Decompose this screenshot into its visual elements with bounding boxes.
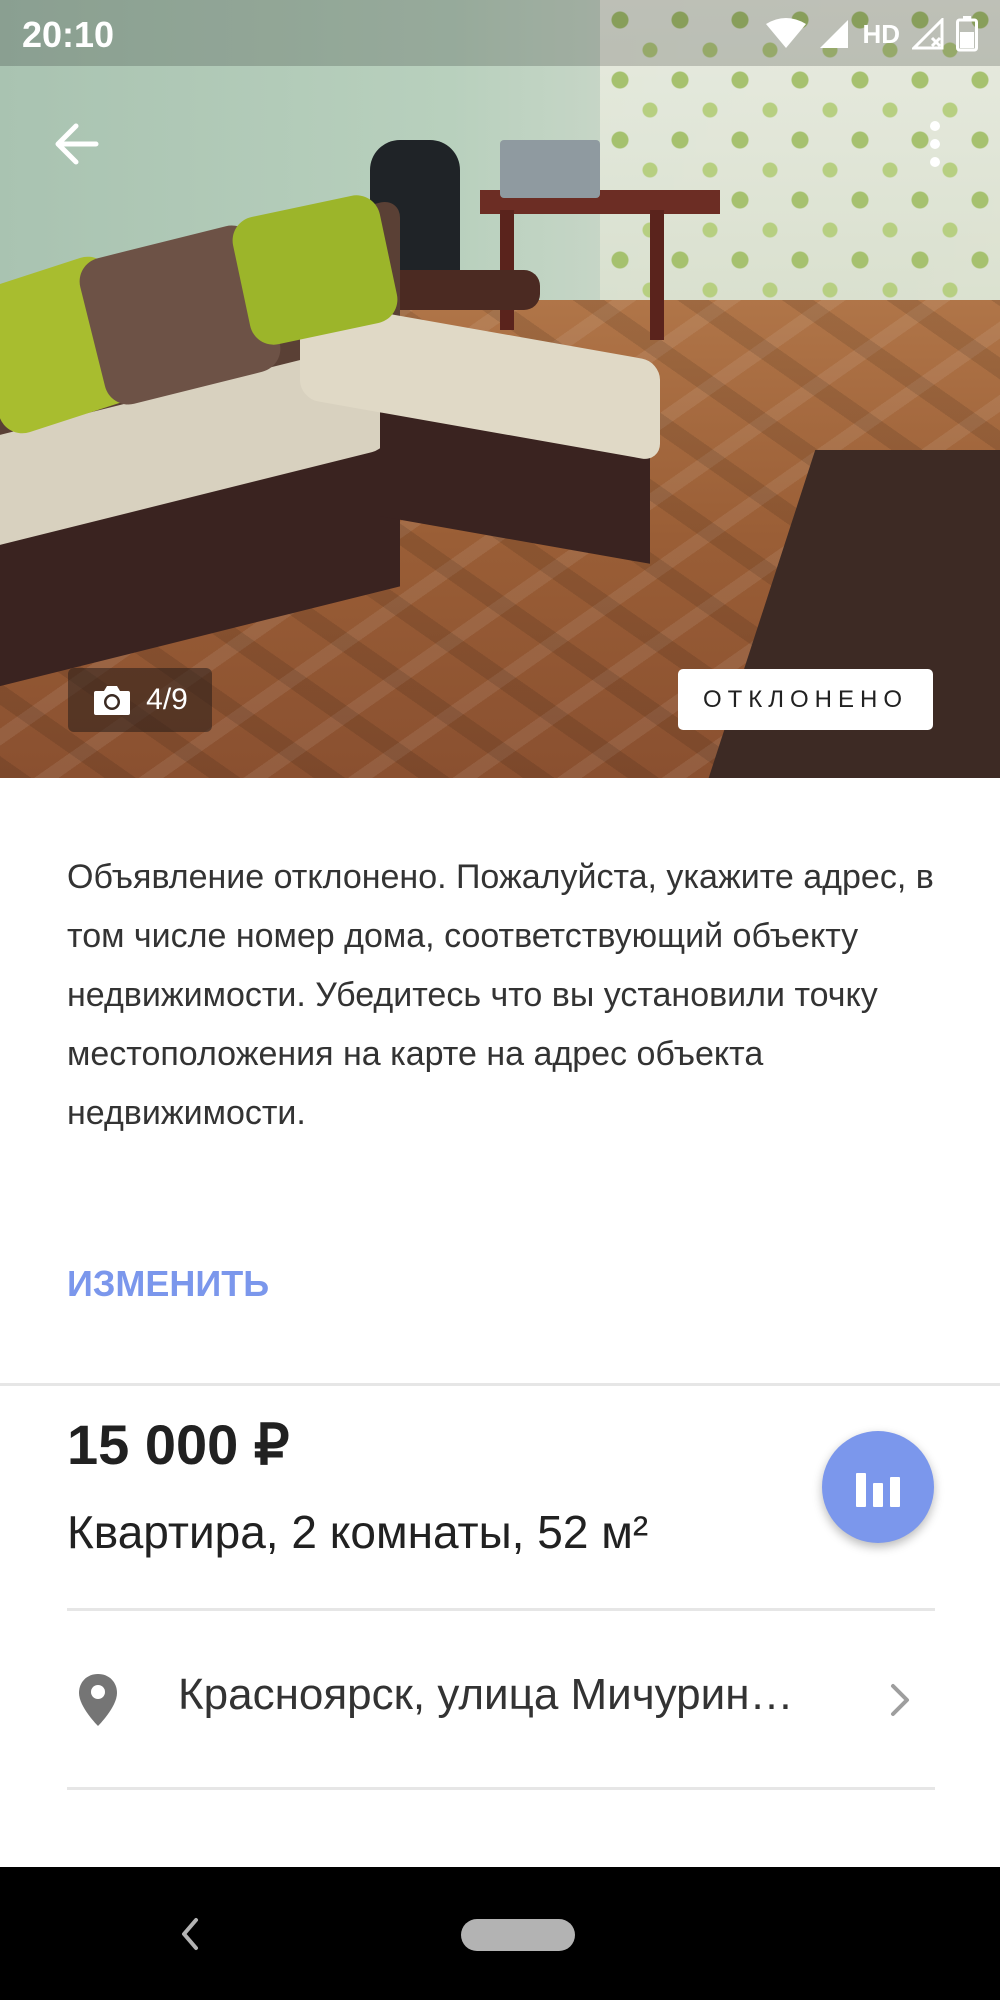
- back-button[interactable]: [46, 112, 110, 176]
- divider: [67, 1608, 935, 1611]
- address-row[interactable]: Красноярск, улица Мичурин…: [67, 1612, 935, 1787]
- divider: [0, 1383, 1000, 1386]
- stats-button[interactable]: [822, 1431, 934, 1543]
- wifi-icon: [766, 18, 807, 48]
- price: 15 000 ₽: [67, 1413, 290, 1476]
- nav-home-pill[interactable]: [461, 1919, 575, 1951]
- divider: [67, 1787, 935, 1790]
- photo-counter[interactable]: 4/9: [68, 668, 212, 732]
- back-arrow-icon: [55, 123, 99, 165]
- photo-stereo: [500, 140, 600, 198]
- stats-icon: [856, 1473, 900, 1507]
- address-text: Красноярск, улица Мичурин…: [178, 1670, 794, 1719]
- more-vert-icon: [930, 121, 940, 167]
- camera-icon: [94, 686, 131, 715]
- status-bar: 20:10 HD: [0, 0, 1000, 66]
- photo-desk-leg: [650, 210, 664, 340]
- signal-icon: [820, 20, 849, 48]
- nav-back-icon[interactable]: [178, 1914, 202, 1954]
- chevron-right-icon: [891, 1684, 909, 1716]
- system-nav-bar: [0, 1867, 1000, 2000]
- status-icons: HD: [766, 14, 978, 54]
- status-time: 20:10: [22, 14, 115, 55]
- location-pin-icon: [79, 1674, 117, 1726]
- listing-title: Квартира, 2 комнаты, 52 м²: [67, 1506, 649, 1558]
- edit-button[interactable]: ИЗМЕНИТЬ: [67, 1263, 269, 1305]
- rejection-message: Объявление отклонено. Пожалуйста, укажит…: [67, 858, 934, 1132]
- signal-x-icon: [912, 18, 944, 50]
- photo-counter-text: 4/9: [146, 683, 188, 716]
- more-options-button[interactable]: [915, 112, 955, 176]
- status-badge: ОТКЛОНЕНО: [678, 669, 933, 730]
- network-type: HD: [862, 18, 900, 49]
- listing-photo[interactable]: 20:10 HD 4/9 ОТКЛОНЕНО: [0, 0, 1000, 778]
- battery-icon: [956, 16, 978, 52]
